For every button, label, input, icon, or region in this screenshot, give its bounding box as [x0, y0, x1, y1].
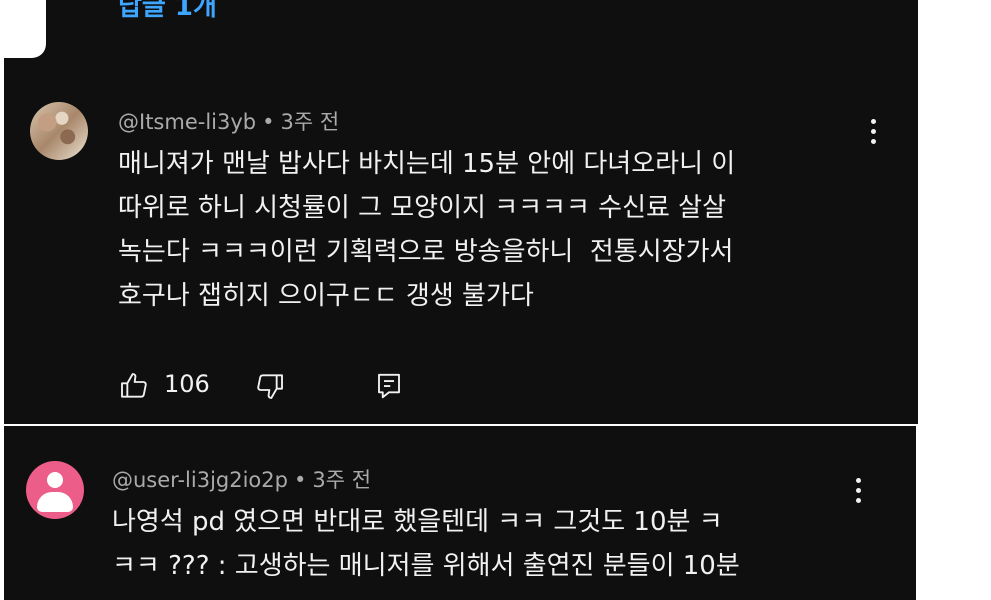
default-user-avatar-icon[interactable]: [26, 461, 84, 519]
more-vertical-icon[interactable]: [853, 476, 863, 506]
comment-body: 매니져가 맨날 밥사다 바치는데 15분 안에 다녀오라니 이 따위로 하니 시…: [118, 142, 735, 318]
comment-meta: @Itsme-li3yb • 3주 전: [118, 106, 339, 136]
comment-author[interactable]: @Itsme-li3yb: [118, 110, 256, 134]
comment-time: 3주 전: [280, 110, 340, 134]
comment-line: 따위로 하니 시청률이 그 모양이지 ㅋㅋㅋㅋ 수신료 살살: [118, 193, 727, 223]
comment-line: 나영석 pd 였으면 반대로 했을텐데 ㅋㅋ 그것도 10분 ㅋ: [112, 507, 723, 537]
screenshot-canvas: 답글 1개 @Itsme-li3yb • 3주 전 매니져가 맨날 밥사다 바치는데…: [0, 0, 991, 600]
comment-meta: @user-li3jg2io2p • 3주 전: [112, 464, 371, 494]
comment-line: 호구나 잽히지 으이구ㄷㄷ 갱생 불가다: [118, 281, 534, 311]
avatar-head-shape: [47, 472, 63, 488]
thumbs-down-icon[interactable]: [254, 370, 286, 402]
photo-avatar-icon[interactable]: [30, 102, 88, 160]
replies-toggle-link[interactable]: 답글 1개: [118, 0, 217, 23]
overlay-corner: [0, 0, 46, 58]
reply-comment-icon[interactable]: [374, 370, 404, 402]
comment-time: 3주 전: [312, 468, 372, 492]
meta-separator: •: [262, 110, 275, 134]
meta-separator: •: [293, 468, 307, 492]
comment-line: 매니져가 맨날 밥사다 바치는데 15분 안에 다녀오라니 이: [118, 149, 736, 179]
comment-body: 나영석 pd 였으면 반대로 했을텐데 ㅋㅋ 그것도 10분 ㅋ ㅋㅋ ??? …: [112, 500, 740, 588]
comment-line: ㅋㅋ ??? : 고생하는 매니저를 위해서 출연진 분들이 10분: [112, 551, 740, 581]
like-count: 106: [164, 370, 210, 398]
comment-line: 녹는다 ㅋㅋㅋ이런 기획력으로 방송을하니 전통시장가서: [118, 237, 734, 267]
avatar-body-shape: [37, 492, 73, 512]
comment-author[interactable]: @user-li3jg2io2p: [112, 468, 288, 492]
thumbs-up-icon[interactable]: [118, 370, 150, 402]
more-vertical-icon[interactable]: [868, 117, 878, 147]
